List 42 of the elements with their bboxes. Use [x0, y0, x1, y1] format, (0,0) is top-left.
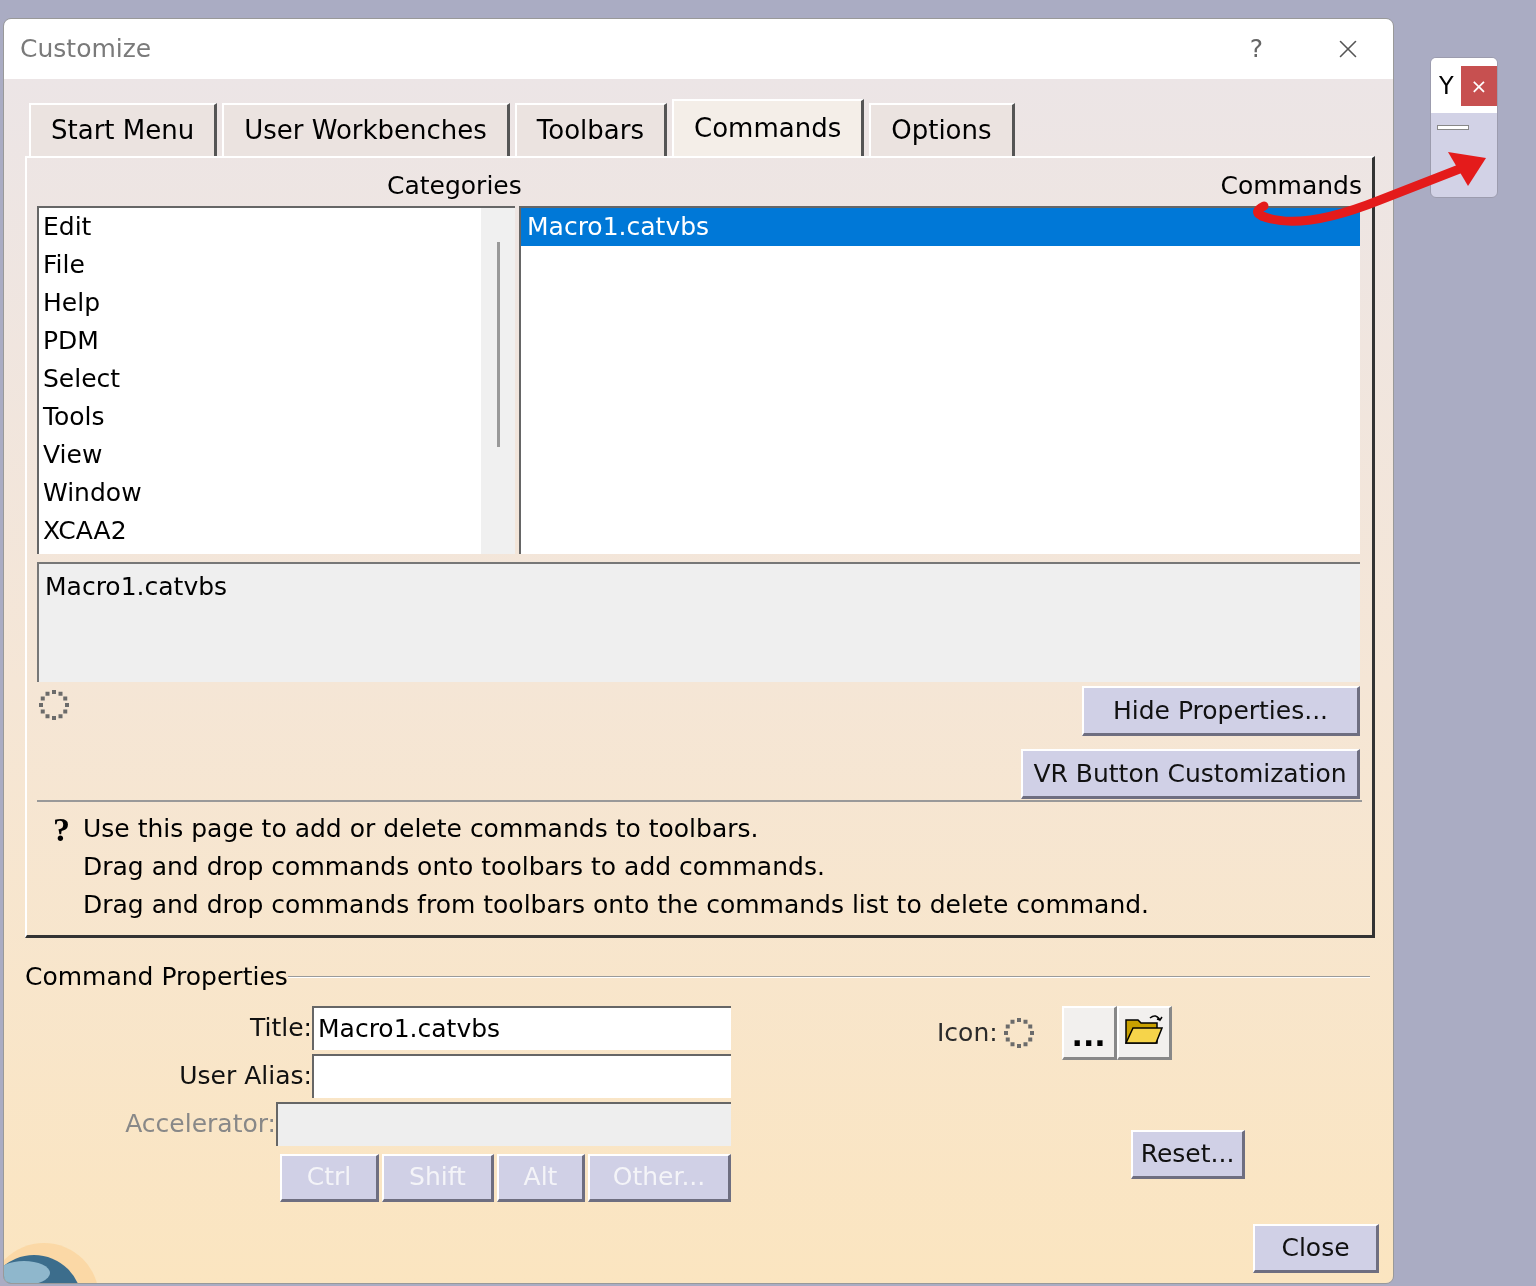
category-item[interactable]: PDM — [39, 322, 481, 360]
help-text: Use this page to add or delete commands to toolbars. — [83, 813, 759, 846]
category-item[interactable]: View — [39, 436, 481, 474]
close-button[interactable]: Close — [1253, 1223, 1379, 1273]
categories-label: Categories — [387, 169, 522, 202]
text-field[interactable] — [312, 1053, 731, 1098]
tab[interactable]: Start Menu — [29, 103, 218, 156]
icon-placeholder-icon — [1001, 1015, 1036, 1050]
window-title: Customize — [20, 33, 152, 66]
tab[interactable]: User Workbenches — [222, 103, 510, 156]
commands-label: Commands — [1220, 169, 1362, 202]
help-icon: ? — [53, 810, 70, 848]
icon-label: Icon: — [937, 1016, 998, 1049]
category-item[interactable]: XCAA2 — [39, 512, 481, 550]
category-item[interactable]: Window — [39, 474, 481, 512]
help-text: Drag and drop commands from toolbars onto the commands list to delete command. — [83, 889, 1150, 922]
category-item[interactable]: Help — [39, 284, 481, 322]
field-label: User Alias: — [179, 1059, 312, 1092]
tab[interactable]: Toolbars — [514, 103, 668, 156]
tab[interactable]: Commands — [672, 99, 865, 156]
help-button[interactable]: ? — [1249, 30, 1263, 68]
description-text: Macro1.catvbs — [45, 572, 228, 601]
slider-bar — [1437, 125, 1469, 130]
close-button[interactable]: × — [1461, 65, 1497, 106]
field-label: Title: — [250, 1011, 312, 1044]
field-label: Accelerator: — [125, 1107, 276, 1140]
tab[interactable]: Options — [869, 103, 1015, 156]
reset-button[interactable]: Reset... — [1131, 1129, 1245, 1179]
category-item[interactable]: Tools — [39, 398, 481, 436]
open-folder-button[interactable] — [1116, 1005, 1172, 1060]
category-item[interactable]: File — [39, 246, 481, 284]
category-item[interactable]: Edit — [39, 208, 481, 246]
text-field[interactable]: Macro1.catvbs — [312, 1005, 731, 1050]
command-item[interactable]: Macro1.catvbs — [521, 208, 1360, 246]
browse-button[interactable]: ... — [1061, 1005, 1117, 1060]
help-text: Drag and drop commands onto toolbars to add commands. — [83, 851, 825, 884]
group-title: Command Properties — [25, 961, 288, 993]
category-item[interactable]: Select — [39, 360, 481, 398]
vr-button-customization-button[interactable]: VR Button Customization — [1021, 749, 1360, 799]
loading-icon — [37, 688, 71, 722]
hide-properties-button[interactable]: Hide Properties... — [1082, 686, 1360, 736]
window-title: Y — [1439, 70, 1454, 102]
